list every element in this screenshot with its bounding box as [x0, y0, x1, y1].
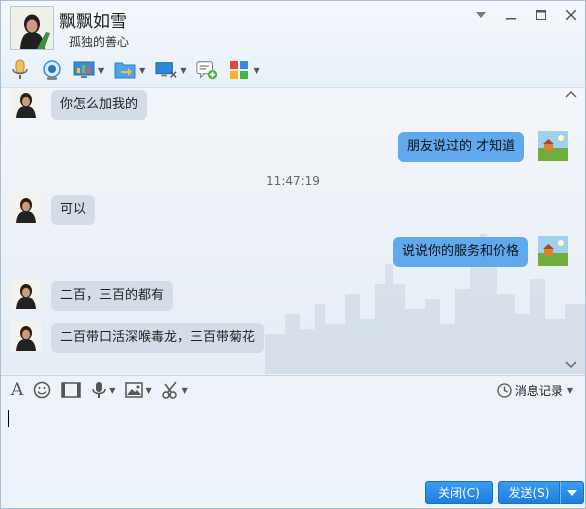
contact-message-avatar[interactable]	[11, 321, 41, 351]
input-toolbar: A ▼ ▼ ▼ 消息记录 ▼	[1, 375, 585, 404]
screen-share-icon	[155, 59, 177, 81]
message-bubble: 你怎么加我的	[51, 90, 148, 120]
screenshot-button[interactable]	[61, 382, 82, 398]
send-file-icon	[114, 59, 136, 81]
message-history-caret-icon: ▼	[566, 386, 573, 395]
font-button[interactable]: A	[11, 380, 23, 400]
message-bubble: 说说你的服务和价格	[393, 237, 529, 267]
remote-desktop-button[interactable]: ▼	[73, 59, 104, 81]
minimize-icon[interactable]	[503, 7, 519, 23]
contact-name[interactable]: 飘飘如雪	[59, 7, 127, 32]
scissors-button[interactable]: ▼	[161, 381, 188, 399]
emoji-icon	[34, 381, 51, 399]
contact-avatar[interactable]	[10, 6, 54, 50]
self-message-avatar[interactable]	[538, 131, 568, 161]
maximize-icon[interactable]	[533, 7, 549, 23]
window-controls	[473, 7, 579, 23]
voice-message-button[interactable]: ▼	[91, 381, 115, 399]
close-icon[interactable]	[563, 7, 579, 23]
message-timestamp: 11:47:19	[266, 174, 320, 188]
collapse-up-icon[interactable]	[565, 88, 577, 101]
voice-message-caret-icon[interactable]: ▼	[109, 386, 115, 395]
send-button[interactable]: 发送(S)	[498, 481, 560, 504]
add-application-button[interactable]	[196, 59, 218, 81]
apps-grid-button[interactable]: ▼	[228, 59, 260, 81]
message-bubble: 可以	[51, 195, 96, 225]
image-caret-icon[interactable]: ▼	[145, 386, 151, 395]
message-history-button[interactable]: 消息记录 ▼	[497, 382, 573, 399]
close-button[interactable]: 关闭(C)	[425, 481, 493, 504]
scissors-icon	[161, 381, 177, 399]
emoji-button[interactable]	[33, 381, 51, 399]
add-application-icon	[196, 59, 218, 81]
menu-caret-icon[interactable]	[473, 7, 489, 23]
image-button[interactable]: ▼	[125, 382, 152, 398]
contact-message-avatar[interactable]	[11, 88, 41, 118]
apps-grid-caret-icon[interactable]: ▼	[253, 66, 259, 75]
contact-signature: 孤独的善心	[69, 35, 130, 49]
scissors-caret-icon[interactable]: ▼	[182, 386, 188, 395]
video-call-button[interactable]	[41, 59, 63, 81]
clock-icon	[497, 383, 512, 398]
apps-grid-icon	[228, 59, 250, 81]
text-cursor	[8, 410, 9, 427]
remote-desktop-icon	[73, 59, 95, 81]
image-icon	[125, 382, 144, 398]
message-history-label: 消息记录	[514, 384, 563, 398]
voice-message-icon	[92, 382, 107, 398]
voice-call-icon	[9, 59, 31, 81]
contact-message-avatar[interactable]	[11, 193, 41, 223]
screen-share-caret-icon[interactable]: ▼	[180, 66, 186, 75]
message-bubble: 二百带口活深喉毒龙，三百带菊花	[51, 323, 265, 353]
chat-toolbar: ▼ ▼ ▼ ▼	[9, 57, 270, 83]
font-icon: A	[11, 380, 24, 400]
chat-window: 飘飘如雪 孤独的善心 ▼ ▼ ▼ ▼ 你怎么加我的 朋友说过的 才知道 11:4…	[0, 0, 586, 509]
voice-call-button[interactable]	[9, 59, 31, 81]
collapse-down-icon[interactable]	[565, 359, 577, 372]
message-list[interactable]: 你怎么加我的 朋友说过的 才知道 11:47:19 可以 说说你的服务和价格 二…	[1, 87, 585, 374]
chat-header: 飘飘如雪 孤独的善心 ▼ ▼ ▼ ▼	[1, 1, 585, 87]
remote-desktop-caret-icon[interactable]: ▼	[98, 66, 104, 75]
chevron-down-icon	[567, 489, 577, 496]
screenshot-icon	[61, 382, 82, 398]
send-file-button[interactable]: ▼	[114, 59, 145, 81]
screen-share-button[interactable]: ▼	[155, 59, 186, 81]
send-options-button[interactable]	[560, 481, 584, 504]
message-bubble: 二百，三百的都有	[51, 281, 174, 311]
contact-message-avatar[interactable]	[11, 279, 41, 309]
send-file-caret-icon[interactable]: ▼	[139, 66, 145, 75]
self-message-avatar[interactable]	[538, 236, 568, 266]
message-bubble: 朋友说过的 才知道	[398, 132, 525, 162]
message-input[interactable]	[1, 404, 585, 478]
video-call-icon	[41, 59, 63, 81]
